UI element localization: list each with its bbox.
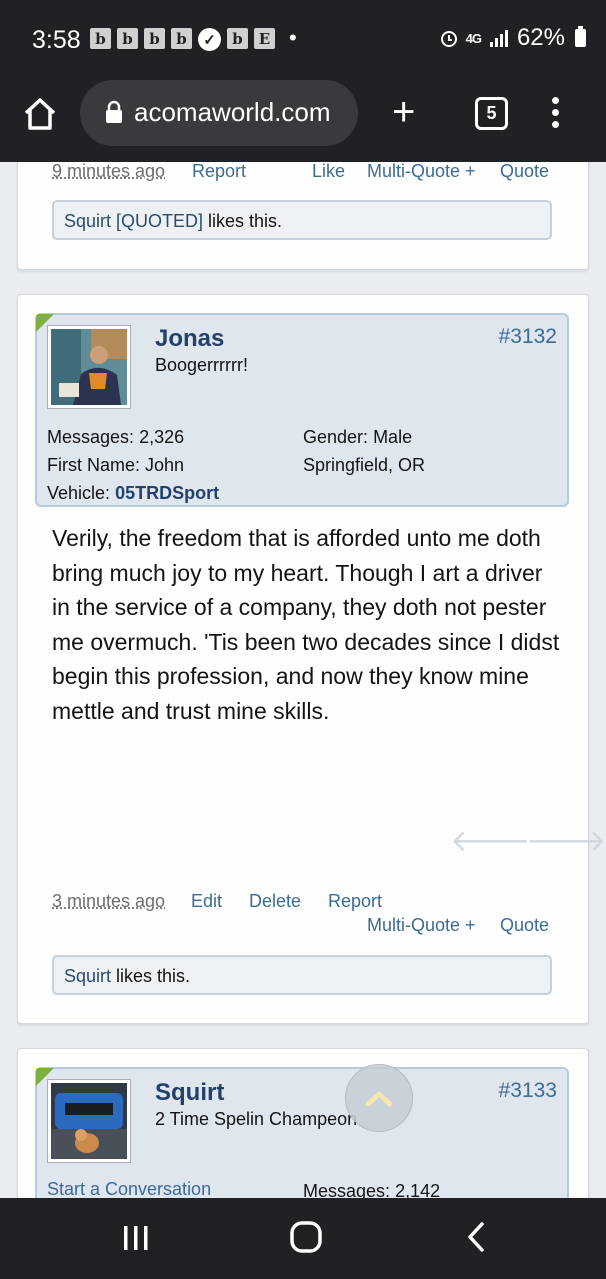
scroll-to-top-button[interactable] xyxy=(345,1064,413,1132)
like-link[interactable]: Like xyxy=(312,162,345,182)
notification-icons: b b b b ✓ b E • xyxy=(90,25,297,51)
dot-icon: • xyxy=(289,25,297,50)
url-text: acomaworld.com xyxy=(134,97,331,127)
check-icon: ✓ xyxy=(198,28,221,51)
network-type: 4G xyxy=(465,30,482,46)
notification-b-icon: b xyxy=(117,28,138,49)
plus-icon: + xyxy=(392,90,416,134)
multi-quote-link[interactable]: Multi-Quote + xyxy=(367,915,476,936)
stat-firstname-label: First Name: xyxy=(47,455,141,475)
stat-firstname-value: John xyxy=(145,455,185,475)
notification-b-icon: b xyxy=(227,28,248,49)
post-number[interactable]: #3132 xyxy=(499,325,557,349)
delete-link[interactable]: Delete xyxy=(249,891,301,912)
multi-quote-link[interactable]: Multi-Quote + xyxy=(367,162,476,182)
liker-name[interactable]: Squirt xyxy=(64,966,111,986)
tabs-button[interactable]: 5 xyxy=(475,97,508,130)
likes-summary: Squirt [QUOTED] likes this. xyxy=(52,200,552,240)
stat-vehicle: Vehicle: 05TRDSport xyxy=(47,483,219,504)
avatar[interactable] xyxy=(47,1079,131,1163)
menu-button[interactable] xyxy=(552,97,560,133)
alarm-icon xyxy=(440,31,457,47)
report-link[interactable]: Report xyxy=(328,891,382,912)
stat-messages: Messages: 2,326 xyxy=(47,427,184,448)
quote-link[interactable]: Quote xyxy=(500,915,549,936)
stat-gender-value: Male xyxy=(373,427,413,447)
stat-location: Springfield, OR xyxy=(303,455,426,475)
status-right: 4G 62% xyxy=(440,24,586,52)
stat-gender: Gender: Male xyxy=(303,427,412,448)
edit-link[interactable]: Edit xyxy=(191,891,222,912)
signal-icon xyxy=(489,30,508,47)
online-badge xyxy=(36,1068,54,1086)
status-bar: 3:58 b b b b ✓ b E • 4G 62% xyxy=(0,0,606,80)
stat-vehicle-value[interactable]: 05TRDSport xyxy=(115,483,219,503)
report-link[interactable]: Report xyxy=(192,162,246,182)
start-conversation-link[interactable]: Start a Conversation xyxy=(47,1179,211,1198)
avatar[interactable] xyxy=(47,325,131,409)
recents-icon[interactable] xyxy=(120,1224,152,1252)
new-tab-button[interactable]: + xyxy=(392,92,415,132)
chevron-up-icon xyxy=(365,1091,393,1107)
liker-name[interactable]: Squirt [QUOTED] xyxy=(64,211,203,231)
likes-text: likes this. xyxy=(203,211,283,231)
thread-content: 9 minutes ago Report Like Multi-Quote + … xyxy=(0,162,606,1198)
post-message: Verily, the freedom that is afforded unt… xyxy=(52,525,560,724)
post-3132: Jonas Boogerrrrrr! #3132 Messages: 2,326… xyxy=(17,294,606,1024)
avatar-image xyxy=(51,1083,127,1159)
stat-messages-value: 2,326 xyxy=(139,427,185,447)
post-time[interactable]: 9 minutes ago xyxy=(52,162,165,182)
post-3133: Squirt 2 Time Spelin Champeon #3133 Star… xyxy=(17,1048,589,1198)
stat-firstname: First Name: John xyxy=(47,455,184,476)
stat-messages: Messages: 2,142 xyxy=(303,1181,440,1198)
username[interactable]: Squirt xyxy=(155,1079,224,1107)
likes-summary: Squirt likes this. xyxy=(52,955,552,995)
battery-percent: 62% xyxy=(516,24,565,51)
stat-gender-label: Gender: xyxy=(303,427,369,447)
user-title: Boogerrrrrr! xyxy=(155,355,249,375)
username[interactable]: Jonas xyxy=(155,325,224,353)
post-prev: 9 minutes ago Report Like Multi-Quote + … xyxy=(17,162,589,270)
lock-icon xyxy=(106,100,122,123)
stat-messages-label: Messages: xyxy=(303,1181,391,1198)
arrow-right-icon[interactable]: 🡒 xyxy=(526,823,606,859)
user-info-box: Jonas Boogerrrrrr! #3132 Messages: 2,326… xyxy=(35,313,569,507)
address-bar[interactable]: acomaworld.com xyxy=(80,80,358,146)
likes-text: likes this. xyxy=(111,966,191,986)
post-time[interactable]: 3 minutes ago xyxy=(52,891,165,912)
stat-vehicle-label: Vehicle: xyxy=(47,483,111,503)
arrow-left-icon[interactable]: 🡐 xyxy=(450,823,530,859)
home-icon xyxy=(24,98,56,130)
notification-b-icon: b xyxy=(90,28,111,49)
post-number[interactable]: #3133 xyxy=(499,1079,557,1103)
quote-link[interactable]: Quote xyxy=(500,162,549,182)
system-nav-bar xyxy=(0,1198,606,1279)
back-icon[interactable] xyxy=(464,1220,488,1254)
notification-b-icon: b xyxy=(171,28,192,49)
stat-messages-label: Messages: xyxy=(47,427,135,447)
home-nav-icon[interactable] xyxy=(289,1220,323,1254)
online-badge xyxy=(36,314,54,332)
stat-messages-value: 2,142 xyxy=(395,1181,441,1198)
notification-b-icon: b xyxy=(144,28,165,49)
avatar-image xyxy=(51,329,127,405)
status-time: 3:58 xyxy=(32,26,81,54)
browser-toolbar: acomaworld.com + 5 xyxy=(0,80,606,162)
notification-e-icon: E xyxy=(254,28,275,49)
user-info-box: Squirt 2 Time Spelin Champeon #3133 Star… xyxy=(35,1067,569,1198)
home-button[interactable] xyxy=(20,94,62,136)
user-title: 2 Time Spelin Champeon xyxy=(155,1109,358,1129)
battery-icon xyxy=(575,26,586,47)
